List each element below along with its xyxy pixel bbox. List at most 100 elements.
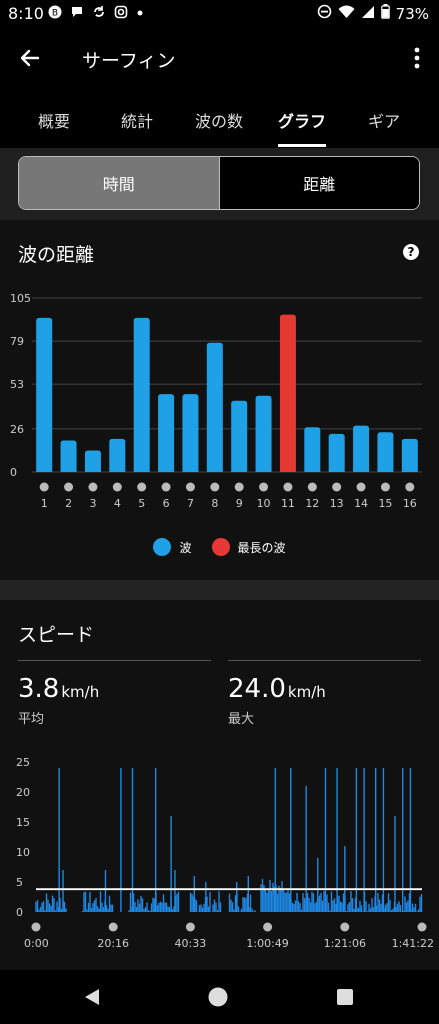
speed-x-tick-label: 1:21:06	[324, 937, 366, 950]
nav-back-icon[interactable]	[82, 987, 102, 1011]
tab-graph[interactable]: グラフ	[262, 108, 342, 132]
speed-x-tick-dot	[108, 922, 118, 932]
battery-icon	[380, 4, 390, 23]
x-tick-dot	[88, 482, 98, 492]
help-icon[interactable]: ?	[403, 244, 419, 260]
sync-icon	[92, 5, 106, 23]
tab-gear[interactable]: ギア	[344, 108, 424, 132]
x-tick-dot	[332, 482, 342, 492]
speed-x-tick-label: 20:16	[97, 937, 129, 950]
speed-x-tick-label: 40:33	[175, 937, 207, 950]
wave-distance-title: 波の距離	[18, 244, 95, 266]
x-tick-dot	[161, 482, 171, 492]
system-nav-bar	[0, 970, 439, 1024]
time-distance-toggle: 時間 距離	[18, 156, 420, 210]
x-tick-dot	[259, 482, 269, 492]
more-vert-icon[interactable]	[413, 46, 421, 77]
section-divider	[0, 580, 439, 600]
wave-distance-card: 波の距離 ? 105 79 53 26 0 1 2 3 4 5 6 7 8 9 10 11 12 13 14 15 16…	[0, 220, 439, 580]
bar-wave[interactable]	[328, 433, 345, 472]
x-tick-dot	[405, 482, 415, 492]
bar-wave[interactable]	[353, 425, 370, 472]
wave-distance-chart: 10579532601 2 3 4 5 6 7 8 9 10 11 12 13 14 15 16	[10, 292, 422, 510]
bar-wave[interactable]	[304, 427, 321, 472]
x-tick-dot	[39, 482, 49, 492]
dot-icon	[136, 5, 144, 23]
avg-speed-label: 平均	[18, 712, 45, 727]
speed-x-tick-dot	[263, 922, 273, 932]
back-arrow-icon[interactable]	[18, 46, 42, 75]
bar-wave[interactable]	[206, 342, 223, 472]
do-not-disturb-icon	[317, 4, 332, 23]
x-tick-label: 13	[330, 497, 344, 510]
avg-speed-number: 3.8	[18, 674, 60, 704]
message-badge-icon: B	[48, 5, 62, 23]
segment-time-button[interactable]: 時間	[19, 157, 219, 209]
max-speed-label: 最大	[228, 712, 255, 727]
chart-legend: 波 最長の波	[0, 538, 439, 556]
y-tick-label: 26	[10, 423, 24, 436]
bar-wave[interactable]	[84, 450, 101, 472]
bar-wave[interactable]	[158, 394, 175, 472]
speed-y-tick-label: 20	[16, 786, 30, 799]
legend-swatch-wave	[153, 538, 172, 556]
max-speed-value: 24.0 km/h	[228, 674, 326, 704]
bar-wave[interactable]	[182, 394, 199, 472]
app-bar: サーフィン	[0, 36, 439, 84]
max-speed-unit: km/h	[287, 683, 326, 701]
x-tick-label: 7	[187, 497, 194, 510]
tab-wave-count[interactable]: 波の数	[179, 108, 259, 132]
legend-item-wave: 波	[153, 538, 192, 556]
x-tick-label: 11	[281, 497, 295, 510]
max-divider	[228, 660, 421, 661]
x-tick-dot	[210, 482, 220, 492]
bar-longest-wave[interactable]	[279, 314, 296, 472]
speech-bubble-icon	[70, 5, 84, 23]
x-tick-dot	[283, 482, 293, 492]
battery-percent: 73%	[395, 4, 429, 23]
bar-wave[interactable]	[377, 432, 394, 472]
bar-wave[interactable]	[36, 317, 53, 472]
speed-chart: 25 20 15 10 5 0 0:00 20:16 40:33 1:00:49 1:21:06 1:…	[16, 756, 434, 950]
bar-wave[interactable]	[255, 395, 272, 472]
x-tick-label: 1	[41, 497, 48, 510]
bar-wave[interactable]	[109, 438, 126, 472]
x-tick-label: 9	[236, 497, 243, 510]
y-tick-label: 53	[10, 378, 24, 391]
y-tick-label: 0	[10, 466, 17, 479]
speed-x-tick-label: 1:00:49	[246, 937, 288, 950]
speed-x-tick-dot	[417, 922, 427, 932]
segment-area: 時間 距離	[0, 148, 439, 220]
x-tick-label: 2	[65, 497, 72, 510]
bar-wave[interactable]	[231, 400, 248, 472]
speed-y-tick-label: 5	[16, 876, 23, 889]
speed-x-tick-dot	[31, 922, 41, 932]
notification-icons: B	[48, 5, 144, 23]
tab-stats[interactable]: 統計	[97, 108, 177, 132]
speed-y-tick-label: 15	[16, 816, 30, 829]
bar-wave[interactable]	[401, 438, 418, 472]
signal-icon	[361, 5, 375, 23]
speed-card: スピード 3.8 km/h 平均 24.0 km/h 最大 25 20 15 10 5 0 0:…	[0, 600, 439, 970]
speed-x-tick-label: 1:41:22	[392, 937, 434, 950]
nav-home-icon[interactable]	[208, 987, 228, 1011]
x-tick-label: 16	[403, 497, 417, 510]
nav-recents-icon[interactable]	[336, 987, 354, 1011]
x-tick-label: 6	[163, 497, 170, 510]
x-tick-label: 10	[257, 497, 271, 510]
segment-distance-button[interactable]: 距離	[218, 157, 419, 209]
speed-y-tick-label: 10	[16, 846, 30, 859]
speed-title: スピード	[18, 624, 95, 646]
page-title: サーフィン	[82, 50, 176, 72]
svg-text:B: B	[52, 9, 58, 19]
x-tick-dot	[185, 482, 195, 492]
x-tick-dot	[64, 482, 74, 492]
bar-wave[interactable]	[60, 440, 77, 472]
x-tick-label: 5	[138, 497, 145, 510]
speed-y-tick-label: 0	[16, 906, 23, 919]
x-tick-dot	[380, 482, 390, 492]
tab-overview[interactable]: 概要	[14, 108, 94, 132]
x-tick-dot	[356, 482, 366, 492]
active-tab-indicator	[278, 144, 326, 147]
bar-wave[interactable]	[133, 317, 150, 472]
